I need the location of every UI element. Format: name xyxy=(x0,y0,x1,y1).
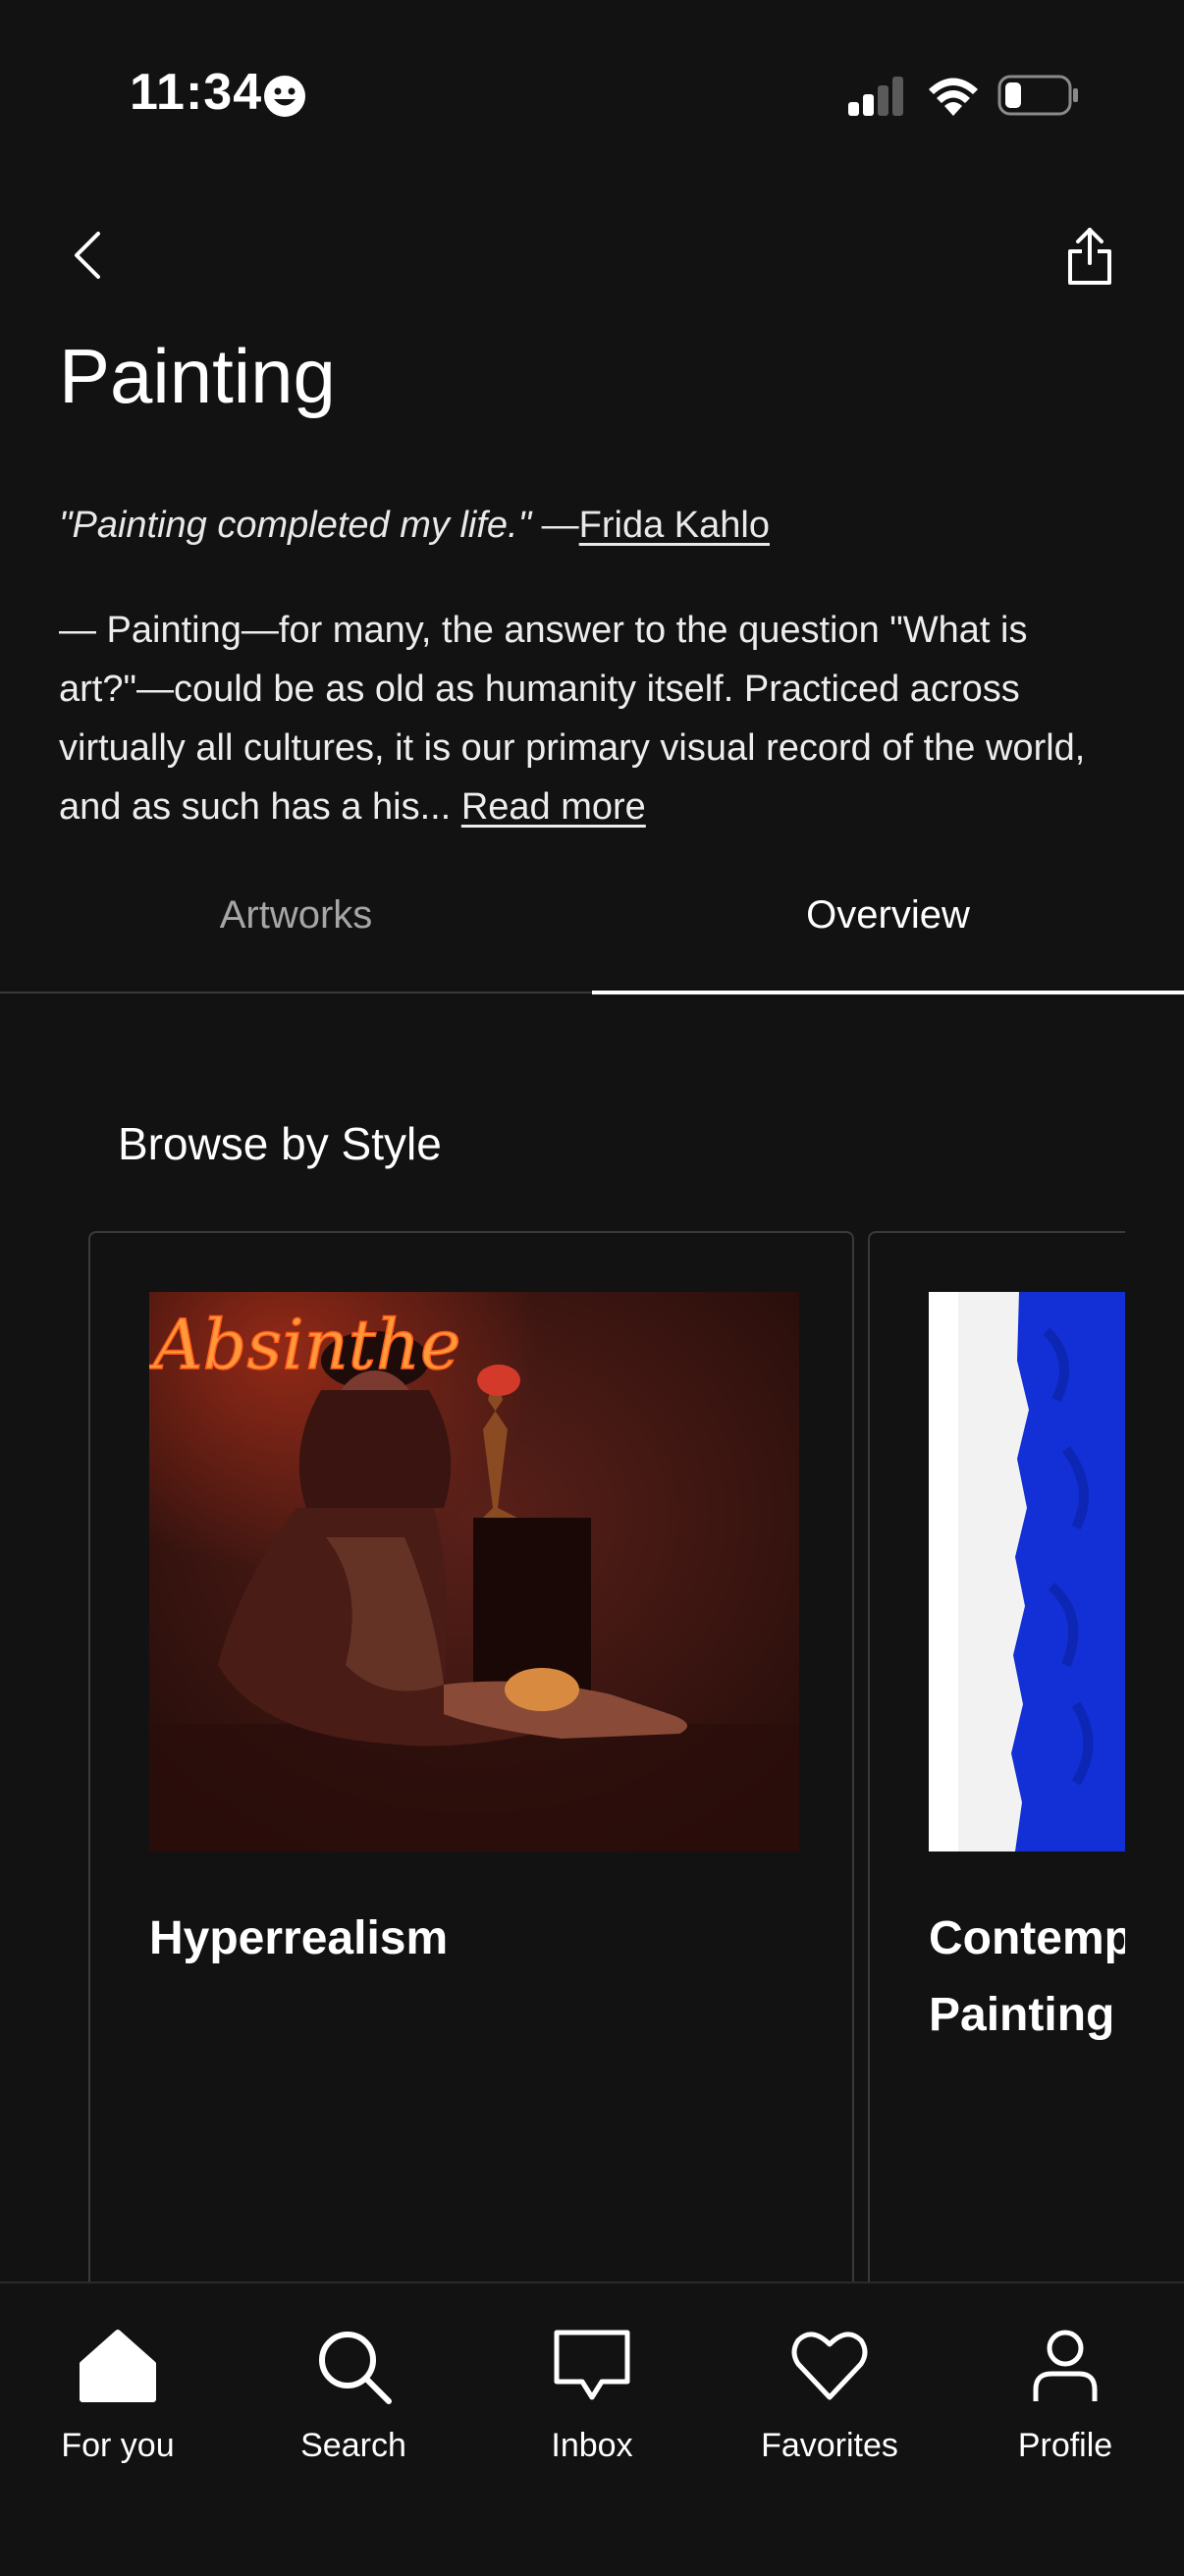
tab-overview[interactable]: Overview xyxy=(592,893,1184,938)
quote-author-link[interactable]: Frida Kahlo xyxy=(579,505,770,546)
bottom-nav: For you Search Inbox Favorites Profile xyxy=(0,2281,1184,2576)
inbox-icon xyxy=(554,2330,630,2400)
tab-active-indicator xyxy=(592,991,1184,994)
nav-favorites[interactable]: Favorites xyxy=(722,2325,938,2465)
home-icon xyxy=(80,2330,156,2402)
quote: "Painting completed my life." —Frida Kah… xyxy=(59,505,770,547)
nav-label-for-you: For you xyxy=(61,2427,175,2464)
cellular-signal-icon xyxy=(848,77,903,116)
section-title: Browse by Style xyxy=(118,1118,442,1169)
card-label-contemporary-painting: Contemp Painting xyxy=(929,1912,1125,2041)
tab-artworks[interactable]: Artworks xyxy=(0,893,592,938)
nav-inbox[interactable]: Inbox xyxy=(484,2325,700,2465)
nav-label-inbox: Inbox xyxy=(551,2427,633,2464)
artwork-image-absinthe: Absinthe xyxy=(149,1292,799,1852)
share-icon[interactable] xyxy=(1066,226,1113,287)
card-label-hyperrealism: Hyperrealism xyxy=(149,1912,449,1964)
artwork-image-blue xyxy=(929,1292,1125,1852)
nav-search[interactable]: Search xyxy=(245,2325,461,2465)
nav-label-profile: Profile xyxy=(1017,2427,1113,2464)
search-icon xyxy=(319,2332,392,2404)
heart-icon xyxy=(791,2332,868,2400)
quote-text: "Painting completed my life." xyxy=(59,505,532,546)
nav-for-you[interactable]: For you xyxy=(10,2325,226,2465)
page-title: Painting xyxy=(59,333,336,419)
nav-label-search: Search xyxy=(300,2427,406,2464)
back-button[interactable] xyxy=(65,228,108,283)
neon-sign-text: Absinthe xyxy=(149,1305,460,1385)
smiley-face-icon xyxy=(264,76,305,117)
carousel-edge xyxy=(1125,1217,1184,2346)
battery-low-icon xyxy=(997,75,1078,116)
quote-separator: — xyxy=(531,505,579,546)
read-more-link[interactable]: Read more xyxy=(461,786,646,828)
nav-label-favorites: Favorites xyxy=(761,2427,898,2464)
wifi-icon xyxy=(929,78,978,116)
profile-icon xyxy=(1033,2330,1098,2401)
nav-profile[interactable]: Profile xyxy=(957,2325,1173,2465)
description: — Painting—for many, the answer to the q… xyxy=(59,601,1129,836)
status-time: 11:34 xyxy=(130,64,263,121)
